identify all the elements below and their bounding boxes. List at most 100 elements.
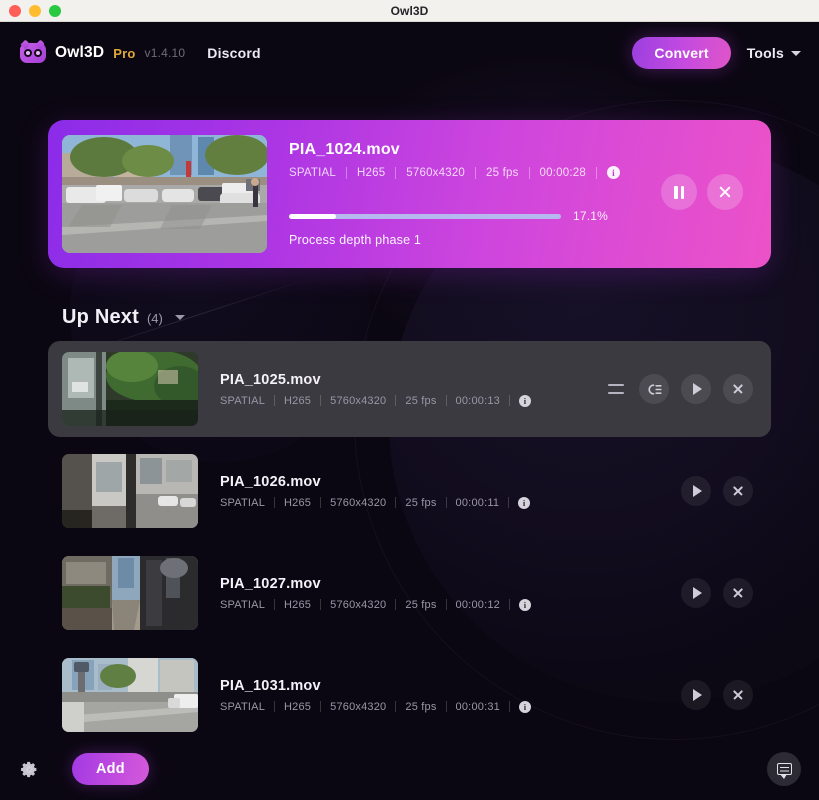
remove-button[interactable] bbox=[723, 680, 753, 710]
meta-divider bbox=[274, 701, 276, 712]
play-button[interactable] bbox=[681, 476, 711, 506]
meta-divider bbox=[445, 497, 447, 508]
remove-button[interactable] bbox=[723, 374, 753, 404]
progress-percent-label: 17.1% bbox=[573, 209, 609, 223]
remove-button[interactable] bbox=[723, 476, 753, 506]
table-row[interactable]: PIA_1031.mov SPATIAL H265 5760x4320 25 f… bbox=[48, 647, 771, 743]
info-icon[interactable]: i bbox=[518, 598, 531, 611]
table-row[interactable]: PIA_1025.mov SPATIAL H265 5760x4320 25 f… bbox=[48, 341, 771, 437]
brand-tier-badge: Pro bbox=[113, 45, 136, 61]
row-thumbnail-image bbox=[62, 658, 198, 732]
meta-divider bbox=[508, 701, 510, 712]
meta-divider bbox=[274, 497, 276, 508]
owl-eye-left-icon bbox=[24, 49, 32, 57]
row-title: PIA_1027.mov bbox=[220, 575, 321, 592]
meta-format: SPATIAL bbox=[220, 598, 266, 611]
gear-icon bbox=[20, 761, 36, 777]
add-button[interactable]: Add bbox=[72, 753, 149, 785]
app-version: v1.4.10 bbox=[144, 46, 186, 60]
meta-resolution: 5760x4320 bbox=[406, 166, 466, 179]
up-next-count: (4) bbox=[146, 311, 163, 326]
progress-bar-fill bbox=[289, 213, 336, 219]
play-icon bbox=[693, 485, 702, 497]
meta-divider bbox=[320, 497, 322, 508]
active-job-actions bbox=[661, 174, 743, 210]
row-actions bbox=[681, 476, 753, 506]
meta-duration: 00:00:11 bbox=[455, 496, 500, 509]
play-button[interactable] bbox=[681, 374, 711, 404]
play-button[interactable] bbox=[681, 578, 711, 608]
header-actions: Convert Tools bbox=[632, 37, 801, 69]
meta-codec: H265 bbox=[284, 496, 312, 509]
row-thumbnail bbox=[62, 454, 198, 528]
owl-logo-icon bbox=[20, 43, 46, 63]
pause-icon bbox=[674, 185, 684, 199]
row-actions bbox=[681, 578, 753, 608]
main-content: PIA_1024.mov SPATIAL H265 5760x4320 25 f… bbox=[0, 120, 819, 743]
settings-button[interactable] bbox=[14, 754, 44, 784]
row-thumbnail-image bbox=[62, 454, 198, 528]
maximize-window-button[interactable] bbox=[49, 4, 61, 17]
meta-codec: H265 bbox=[357, 166, 386, 179]
cancel-job-button[interactable] bbox=[707, 174, 743, 210]
table-row[interactable]: PIA_1027.mov SPATIAL H265 5760x4320 25 f… bbox=[48, 545, 771, 641]
convert-button[interactable]: Convert bbox=[632, 37, 731, 69]
chat-bubble-icon bbox=[776, 763, 792, 779]
row-title: PIA_1026.mov bbox=[220, 473, 321, 490]
play-button[interactable] bbox=[681, 680, 711, 710]
progress-area: 17.1% bbox=[289, 209, 749, 223]
meta-duration: 00:00:13 bbox=[455, 394, 500, 407]
meta-divider bbox=[320, 701, 322, 712]
play-icon bbox=[693, 689, 702, 701]
pause-button[interactable] bbox=[661, 174, 697, 210]
meta-duration: 00:00:28 bbox=[539, 166, 586, 179]
row-info: PIA_1026.mov SPATIAL H265 5760x4320 25 f… bbox=[198, 474, 681, 509]
row-meta: SPATIAL H265 5760x4320 25 fps 00:00:11 i bbox=[220, 496, 681, 509]
app-window: Owl3D Owl3D Pro v1.4.10 Discord Convert bbox=[0, 0, 819, 800]
remove-button[interactable] bbox=[723, 578, 753, 608]
meta-divider bbox=[274, 395, 276, 406]
row-actions bbox=[681, 680, 753, 710]
play-next-icon bbox=[647, 383, 662, 395]
close-window-button[interactable] bbox=[9, 4, 21, 17]
meta-resolution: 5760x4320 bbox=[330, 496, 387, 509]
info-icon[interactable]: i bbox=[518, 496, 531, 509]
meta-divider bbox=[395, 166, 397, 179]
row-meta: SPATIAL H265 5760x4320 25 fps 00:00:12 i bbox=[220, 598, 681, 611]
meta-divider bbox=[395, 497, 397, 508]
up-next-header: Up Next (4) bbox=[48, 306, 771, 329]
meta-divider bbox=[320, 395, 322, 406]
meta-codec: H265 bbox=[284, 598, 312, 611]
meta-divider bbox=[395, 395, 397, 406]
play-icon bbox=[693, 383, 702, 395]
brand-name: Owl3D bbox=[55, 44, 105, 61]
drag-handle-button[interactable] bbox=[605, 378, 627, 400]
meta-divider bbox=[320, 599, 322, 610]
meta-format: SPATIAL bbox=[289, 166, 336, 179]
chat-support-button[interactable] bbox=[767, 752, 801, 786]
close-icon bbox=[732, 587, 744, 599]
row-thumbnail-image bbox=[62, 556, 198, 630]
meta-divider bbox=[475, 166, 477, 179]
info-icon[interactable]: i bbox=[606, 166, 620, 179]
nav-link-discord[interactable]: Discord bbox=[207, 45, 261, 61]
play-next-button[interactable] bbox=[639, 374, 669, 404]
meta-divider bbox=[274, 599, 276, 610]
meta-resolution: 5760x4320 bbox=[330, 394, 387, 407]
table-row[interactable]: PIA_1026.mov SPATIAL H265 5760x4320 25 f… bbox=[48, 443, 771, 539]
tools-menu[interactable]: Tools bbox=[747, 45, 801, 61]
meta-format: SPATIAL bbox=[220, 700, 266, 713]
row-title: PIA_1031.mov bbox=[220, 677, 321, 694]
row-info: PIA_1027.mov SPATIAL H265 5760x4320 25 f… bbox=[198, 576, 681, 611]
minimize-window-button[interactable] bbox=[29, 4, 41, 17]
info-icon[interactable]: i bbox=[518, 700, 531, 713]
meta-divider bbox=[508, 395, 510, 406]
meta-framerate: 25 fps bbox=[405, 598, 437, 611]
chevron-down-icon[interactable] bbox=[174, 315, 185, 320]
meta-divider bbox=[508, 497, 510, 508]
active-job-title: PIA_1024.mov bbox=[289, 141, 400, 158]
close-icon bbox=[732, 485, 744, 497]
tools-menu-label: Tools bbox=[746, 45, 784, 61]
info-icon[interactable]: i bbox=[518, 394, 531, 407]
meta-divider bbox=[528, 166, 530, 179]
